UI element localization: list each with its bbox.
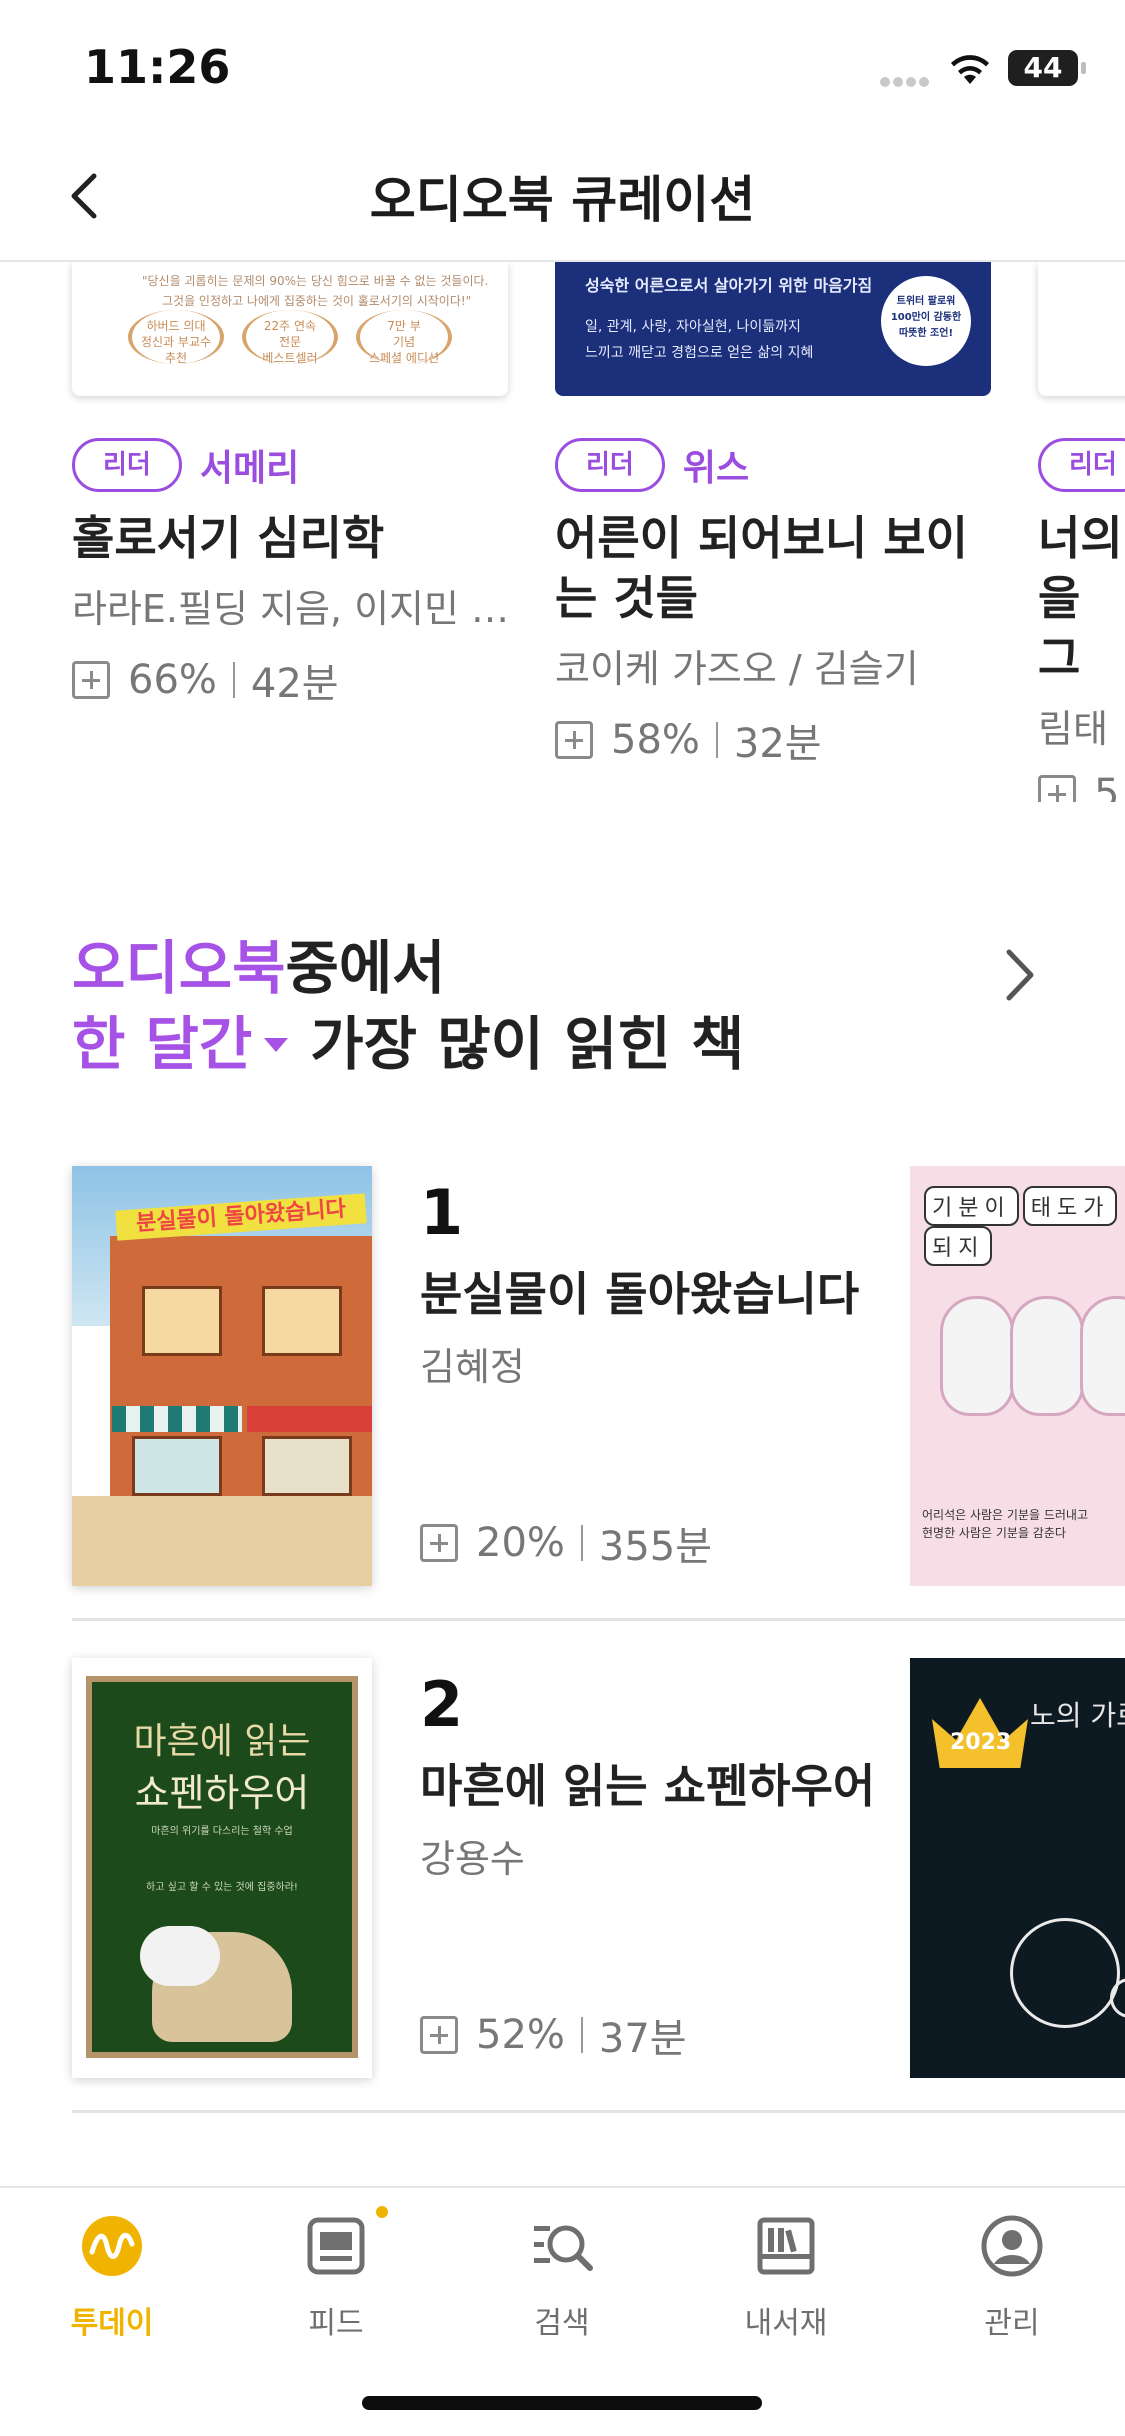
duration: 355분 (598, 1524, 713, 1570)
feed-icon (304, 2214, 368, 2278)
battery-icon: 44 (1008, 50, 1086, 86)
rank-number: 1 (420, 1176, 464, 1249)
divider (580, 2017, 583, 2053)
book-cover: "당신을 괴롭히는 문제의 90%는 당신 힘으로 바꿀 수 없는 것들이다. … (72, 262, 508, 396)
notification-dot (376, 2206, 388, 2218)
row-divider (72, 1618, 1125, 1621)
today-icon (80, 2214, 144, 2278)
progress-percent: 52% (476, 2012, 565, 2058)
navigation-bar: 오디오북 큐레이션 (0, 130, 1125, 262)
book-title: 마흔에 읽는 쇼펜하우어 (420, 1759, 876, 1813)
next-book-cover[interactable]: 2023 노의 가르침 (910, 1658, 1125, 2078)
section-title-line1: 오디오북중에서 (72, 934, 446, 1002)
search-icon (530, 2214, 594, 2278)
cellular-signal-icon (880, 72, 932, 87)
leader-name[interactable]: 위스 (683, 439, 749, 491)
tab-feed[interactable]: 피드 (266, 2214, 406, 2342)
book-title: 분실물이 돌아왔습니다 (420, 1267, 860, 1321)
book-progress: 5 (1038, 771, 1125, 802)
duration: 32분 (733, 721, 822, 767)
book-author: 림태 (1038, 707, 1108, 751)
book-title: 어른이 되어보니 보이는 것들 (555, 511, 968, 625)
library-icon (754, 2214, 818, 2278)
ranking-item[interactable]: 분실물이 돌아왔습니다 1 분실물이 돌아왔습니다 김혜정 20% 355분 기… (0, 1166, 1125, 1596)
book-card[interactable]: 리더 너의 을 그 림태 5 (1038, 262, 1125, 802)
progress-percent: 58% (611, 717, 700, 763)
period-selector[interactable]: 한 달간 (72, 1010, 310, 1078)
book-author: 라라E.필딩 지음, 이지민 … (72, 587, 510, 631)
leader-name[interactable]: 서메리 (200, 439, 299, 491)
leader-badge: 리더 (555, 438, 665, 492)
leader-carousel[interactable]: "당신을 괴롭히는 문제의 90%는 당신 힘으로 바꿀 수 없는 것들이다. … (0, 262, 1125, 802)
add-to-library-icon[interactable] (555, 721, 593, 759)
chevron-right-icon[interactable] (995, 940, 1045, 1010)
profile-icon (980, 2214, 1044, 2278)
home-indicator (362, 2396, 762, 2410)
add-to-library-icon[interactable] (420, 2016, 458, 2054)
section-highlight: 오디오북 (72, 934, 286, 1002)
tab-manage[interactable]: 관리 (942, 2214, 1082, 2342)
status-bar: 11:26 44 (0, 0, 1125, 130)
book-author: 강용수 (420, 1837, 525, 1881)
divider (715, 722, 718, 758)
add-to-library-icon[interactable] (1038, 775, 1076, 802)
book-card[interactable]: "당신을 괴롭히는 문제의 90%는 당신 힘으로 바꿀 수 없는 것들이다. … (72, 262, 512, 709)
wifi-icon (951, 55, 989, 84)
ranking-item[interactable]: 마흔에 읽는 쇼펜하우어 마흔의 위기를 다스리는 철학 수업 하고 싶고 할 … (0, 1658, 1125, 2088)
caret-down-icon (264, 1037, 289, 1052)
add-to-library-icon[interactable] (420, 1524, 458, 1562)
row-divider (72, 2110, 1125, 2113)
book-author: 코이케 가즈오 / 김슬기 (555, 647, 919, 691)
book-progress: 58% 32분 (555, 711, 995, 769)
leader-badge: 리더 (72, 438, 182, 492)
page-title: 오디오북 큐레이션 (369, 171, 756, 229)
status-time: 11:26 (84, 40, 231, 94)
book-title: 너의 을 그 (1038, 511, 1123, 685)
book-cover: 성숙한 어른으로서 살아가기 위한 마음가짐 일, 관계, 사랑, 자아실현, … (555, 262, 991, 396)
progress-percent: 66% (128, 657, 217, 703)
book-cover (1038, 262, 1125, 396)
duration: 42분 (250, 661, 339, 707)
book-progress: 66% 42분 (72, 651, 512, 709)
book-author: 김혜정 (420, 1345, 525, 1389)
divider (232, 662, 235, 698)
progress-percent: 5 (1094, 771, 1120, 802)
leader-badge: 리더 (1038, 438, 1125, 492)
tab-search[interactable]: 검색 (492, 2214, 632, 2342)
tab-today[interactable]: 투데이 (42, 2214, 182, 2342)
duration: 37분 (598, 2016, 687, 2062)
section-title-line2: 한 달간 가장 많이 읽힌 책 (72, 1010, 745, 1078)
tab-library[interactable]: 내서재 (716, 2214, 856, 2342)
section-header: 오디오북중에서 한 달간 가장 많이 읽힌 책 (72, 930, 1052, 1082)
book-cover: 마흔에 읽는 쇼펜하우어 마흔의 위기를 다스리는 철학 수업 하고 싶고 할 … (72, 1658, 372, 2078)
book-progress: 52% 37분 (420, 2006, 687, 2064)
next-book-cover[interactable]: 기분이 태도가되지 어리석은 사람은 기분을 드러내고 현명한 사람은 기분을 감춘… (910, 1166, 1125, 1586)
rank-number: 2 (420, 1668, 464, 1741)
add-to-library-icon[interactable] (72, 661, 110, 699)
book-title: 홀로서기 심리학 (72, 511, 385, 565)
book-progress: 20% 355분 (420, 1514, 712, 1572)
book-cover: 분실물이 돌아왔습니다 (72, 1166, 372, 1586)
divider (580, 1525, 583, 1561)
book-card[interactable]: 성숙한 어른으로서 살아가기 위한 마음가짐 일, 관계, 사랑, 자아실현, … (555, 262, 995, 769)
progress-percent: 20% (476, 1520, 565, 1566)
